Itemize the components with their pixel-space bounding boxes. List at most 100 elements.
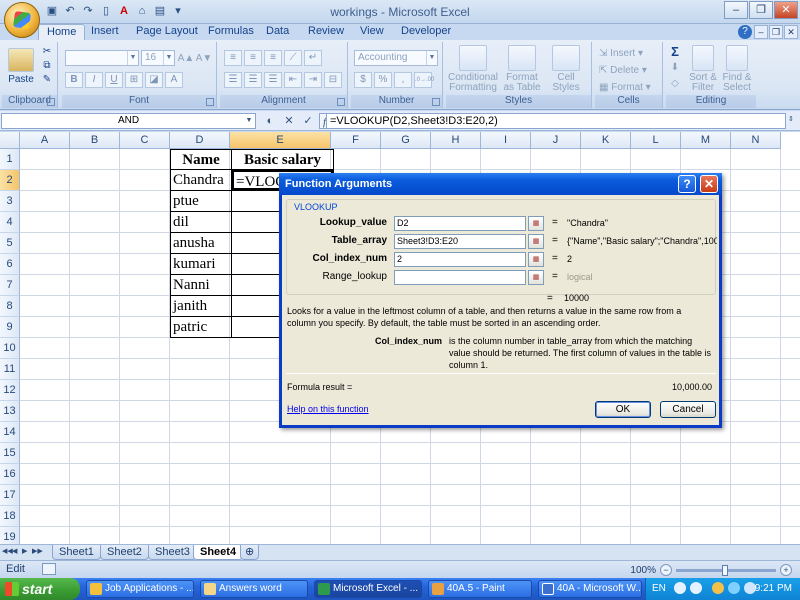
align-bottom-icon[interactable]: ≡ (264, 50, 282, 66)
argument-input-col-index-num[interactable]: 2 (394, 252, 526, 267)
font-launcher-icon[interactable] (206, 98, 214, 106)
row-header-18[interactable]: 18 (0, 506, 20, 527)
formula-input[interactable]: =VLOOKUP(D2,Sheet3!D3:E20,2) (326, 113, 786, 129)
sheet-tab-4[interactable]: Sheet4 (193, 545, 244, 560)
clipboard-launcher-icon[interactable] (47, 98, 55, 106)
collapse-dialog-icon[interactable]: ▦ (528, 270, 544, 285)
number-format-combo[interactable]: Accounting ▼ (354, 50, 438, 66)
cut-icon[interactable]: ✂ (40, 45, 54, 57)
argument-input-lookup-value[interactable]: D2 (394, 216, 526, 231)
tab-view[interactable]: View (352, 24, 392, 41)
tab-data[interactable]: Data (258, 24, 297, 41)
collapse-dialog-icon[interactable]: ▦ (528, 216, 544, 231)
expand-icon[interactable]: ◐ (262, 113, 278, 129)
tab-developer[interactable]: Developer (393, 24, 459, 41)
autosum-button[interactable]: Σ (668, 44, 682, 59)
insert-sheet-icon[interactable]: ⊕ (240, 545, 260, 560)
bold-button[interactable]: B (65, 72, 83, 88)
taskbar-item-job-applications[interactable]: Job Applications - ... (86, 580, 194, 598)
expand-formula-bar-icon[interactable]: ⇕ (788, 115, 798, 127)
tab-formulas[interactable]: Formulas (200, 24, 262, 41)
next-sheet-icon[interactable]: ▶ (22, 547, 30, 555)
tab-page-layout[interactable]: Page Layout (128, 24, 206, 41)
font-size-combo[interactable]: 16 ▼ (141, 50, 175, 66)
alignment-launcher-icon[interactable] (337, 98, 345, 106)
row-header-7[interactable]: 7 (0, 275, 20, 296)
orientation-icon[interactable]: ⟋ (284, 50, 302, 66)
dialog-close-button[interactable]: ✕ (700, 175, 718, 193)
column-header-h[interactable]: H (431, 132, 481, 149)
collapse-dialog-icon[interactable]: ▦ (528, 234, 544, 249)
cell-d6[interactable]: kumari (171, 254, 231, 274)
taskbar-item-answers-word[interactable]: Answers word (200, 580, 308, 598)
currency-button[interactable]: $ (354, 72, 372, 88)
row-header-2[interactable]: 2 (0, 170, 20, 191)
align-top-icon[interactable]: ≡ (224, 50, 242, 66)
percent-button[interactable]: % (374, 72, 392, 88)
tab-home[interactable]: Home (38, 24, 86, 41)
column-header-m[interactable]: M (681, 132, 731, 149)
row-header-14[interactable]: 14 (0, 422, 20, 443)
sheet-tab-3[interactable]: Sheet3 (148, 545, 197, 560)
column-header-f[interactable]: F (331, 132, 381, 149)
help-icon[interactable]: ? (738, 25, 752, 39)
cell-d4[interactable]: dil (171, 212, 231, 232)
cell-d5[interactable]: anusha (171, 233, 231, 253)
close-button[interactable]: ✕ (774, 1, 798, 19)
fill-color-icon[interactable]: ◪ (145, 72, 163, 88)
row-header-6[interactable]: 6 (0, 254, 20, 275)
sheet-tab-2[interactable]: Sheet2 (100, 545, 149, 560)
workbook-close-button[interactable]: ✕ (784, 25, 798, 39)
font-name-combo[interactable]: ▼ (65, 50, 139, 66)
column-header-l[interactable]: L (631, 132, 681, 149)
decrease-indent-icon[interactable]: ⇤ (284, 72, 302, 88)
select-all-corner[interactable] (0, 132, 20, 149)
italic-button[interactable]: I (85, 72, 103, 88)
cell-e1[interactable]: Basic salary (232, 150, 333, 170)
column-header-n[interactable]: N (731, 132, 781, 149)
row-header-17[interactable]: 17 (0, 485, 20, 506)
shrink-font-icon[interactable]: A▼ (196, 50, 213, 66)
restore-button[interactable]: ❐ (749, 1, 773, 19)
row-header-8[interactable]: 8 (0, 296, 20, 317)
taskbar-item-excel[interactable]: Microsoft Excel - ... (314, 580, 422, 598)
cell-d7[interactable]: Nanni (171, 275, 231, 295)
copy-icon[interactable]: ⧉ (40, 59, 54, 71)
delete-cells-button[interactable]: ⇱ Delete ▾ (599, 63, 647, 77)
zoom-in-icon[interactable]: + (780, 564, 792, 576)
cancel-button[interactable]: Cancel (660, 401, 716, 418)
taskbar-item-paint[interactable]: 40A.5 - Paint (428, 580, 532, 598)
conditional-formatting-button[interactable]: Conditional Formatting (448, 44, 498, 94)
clear-icon[interactable]: ◇ (668, 76, 682, 90)
cancel-icon[interactable]: ✕ (281, 113, 297, 129)
column-header-c[interactable]: C (120, 132, 170, 149)
tab-review[interactable]: Review (300, 24, 352, 41)
help-on-function-link[interactable]: Help on this function (287, 404, 369, 414)
argument-input-range-lookup[interactable] (394, 270, 526, 285)
column-header-a[interactable]: A (20, 132, 70, 149)
number-launcher-icon[interactable] (432, 98, 440, 106)
find-select-button[interactable]: Find & Select (720, 44, 754, 94)
tray-minimize-icon[interactable] (690, 582, 702, 594)
minimize-button[interactable]: – (724, 1, 748, 19)
dialog-help-button[interactable]: ? (678, 175, 696, 193)
cell-d8[interactable]: janith (171, 296, 231, 316)
column-header-d[interactable]: D (170, 132, 230, 149)
row-header-9[interactable]: 9 (0, 317, 20, 338)
workbook-restore-button[interactable]: ❐ (769, 25, 783, 39)
row-header-12[interactable]: 12 (0, 380, 20, 401)
zoom-slider-handle[interactable] (722, 564, 728, 576)
zoom-level[interactable]: 100% (630, 565, 656, 576)
align-left-icon[interactable]: ☰ (224, 72, 242, 88)
network-icon[interactable] (712, 582, 724, 594)
wrap-text-icon[interactable]: ↵ (304, 50, 322, 66)
align-right-icon[interactable]: ☰ (264, 72, 282, 88)
start-button[interactable]: start (0, 578, 80, 600)
cell-styles-button[interactable]: Cell Styles (546, 44, 586, 94)
argument-input-table-array[interactable]: Sheet3!D3:E20 (394, 234, 526, 249)
increase-indent-icon[interactable]: ⇥ (304, 72, 322, 88)
format-cells-button[interactable]: ▦ Format ▾ (599, 80, 651, 94)
chevron-down-icon[interactable]: ▼ (243, 114, 255, 128)
insert-cells-button[interactable]: ⇲ Insert ▾ (599, 46, 643, 60)
dialog-title-bar[interactable]: Function Arguments ? ✕ (279, 173, 722, 195)
